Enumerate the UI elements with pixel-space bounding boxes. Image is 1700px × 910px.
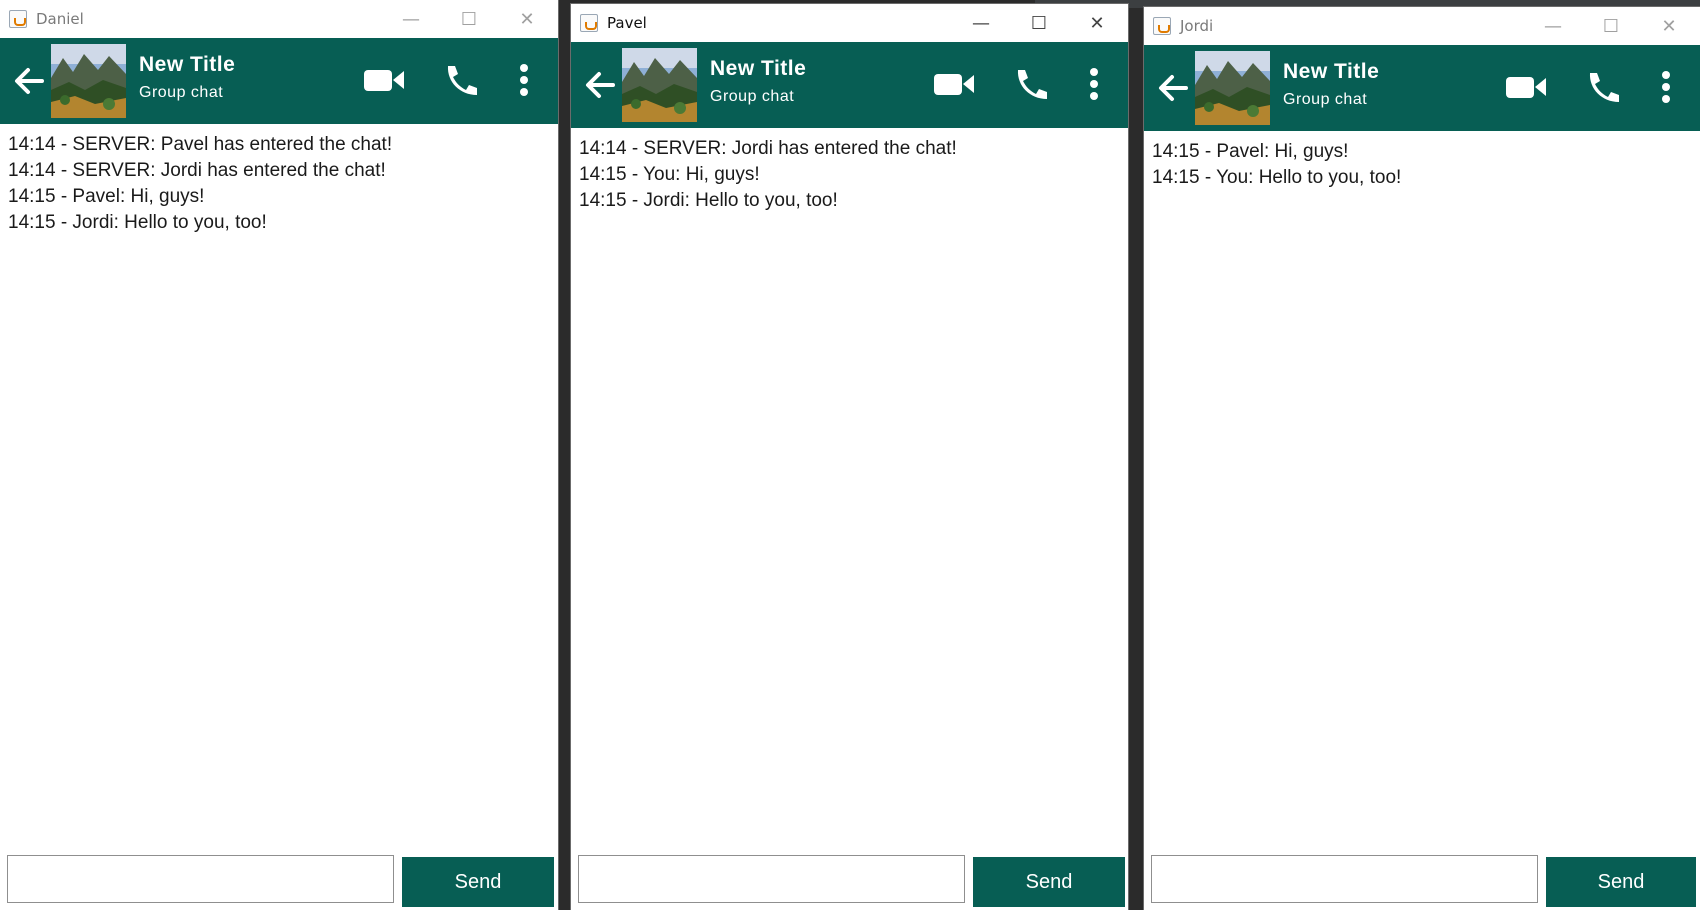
chat-header: New Title Group chat [0,38,558,124]
maximize-button[interactable]: ☐ [443,4,495,34]
chat-subtitle: Group chat [710,88,795,105]
maximize-button[interactable]: ☐ [1013,8,1065,38]
message-area[interactable]: 14:15 - Pavel: Hi, guys! 14:15 - You: He… [1144,131,1700,840]
chat-subtitle: Group chat [1283,91,1368,108]
message-line: 14:14 - SERVER: Pavel has entered the ch… [8,134,393,155]
message-area[interactable]: 14:14 - SERVER: Jordi has entered the ch… [571,128,1128,840]
send-button[interactable]: Send [1546,857,1696,907]
chat-window-daniel: Daniel — ☐ ✕ New Title Group chat 14:14 … [0,0,558,910]
more-vertical-icon[interactable] [518,62,530,98]
message-line: 14:14 - SERVER: Jordi has entered the ch… [8,160,386,181]
video-call-icon[interactable] [363,62,405,98]
chat-title: New Title [1283,60,1380,83]
message-line: 14:15 - You: Hi, guys! [579,164,760,185]
message-line: 14:15 - Jordi: Hello to you, too! [579,190,838,211]
window-title: Pavel [607,14,647,32]
minimize-button[interactable]: — [955,8,1007,38]
minimize-button[interactable]: — [1527,11,1579,41]
chat-title: New Title [139,53,236,76]
java-icon [580,14,598,32]
message-input[interactable] [578,855,965,903]
window-titlebar[interactable]: Jordi — ☐ ✕ [1144,7,1700,45]
message-line: 14:15 - Jordi: Hello to you, too! [8,212,267,233]
window-titlebar[interactable]: Pavel — ☐ ✕ [571,4,1128,42]
video-call-icon[interactable] [1505,69,1547,105]
back-arrow-icon[interactable] [1156,71,1190,105]
maximize-button[interactable]: ☐ [1585,11,1637,41]
message-area[interactable]: 14:14 - SERVER: Pavel has entered the ch… [0,124,558,840]
window-title: Jordi [1180,17,1214,35]
back-arrow-icon[interactable] [583,68,617,102]
message-line: 14:14 - SERVER: Jordi has entered the ch… [579,138,957,159]
window-title: Daniel [36,10,84,28]
phone-icon[interactable] [1013,66,1049,102]
message-line: 14:15 - Pavel: Hi, guys! [8,186,205,207]
message-input[interactable] [7,855,394,903]
close-button[interactable]: ✕ [1071,8,1123,38]
send-button[interactable]: Send [402,857,554,907]
java-icon [9,10,27,28]
chat-header: New Title Group chat [1144,45,1700,131]
send-button[interactable]: Send [973,857,1125,907]
video-call-icon[interactable] [933,66,975,102]
minimize-button[interactable]: — [385,4,437,34]
chat-window-pavel: Pavel — ☐ ✕ New Title Group chat 14:14 -… [571,4,1128,910]
phone-icon[interactable] [443,62,479,98]
group-avatar[interactable] [51,44,126,118]
message-line: 14:15 - You: Hello to you, too! [1152,167,1402,188]
more-vertical-icon[interactable] [1088,66,1100,102]
close-button[interactable]: ✕ [501,4,553,34]
message-input[interactable] [1151,855,1538,903]
background-ide [558,0,572,910]
close-button[interactable]: ✕ [1643,11,1695,41]
chat-title: New Title [710,57,807,80]
group-avatar[interactable] [622,48,697,122]
window-titlebar[interactable]: Daniel — ☐ ✕ [0,0,558,38]
chat-header: New Title Group chat [571,42,1128,128]
message-line: 14:15 - Pavel: Hi, guys! [1152,141,1349,162]
java-icon [1153,17,1171,35]
group-avatar[interactable] [1195,51,1270,125]
chat-subtitle: Group chat [139,84,224,101]
phone-icon[interactable] [1585,69,1621,105]
more-vertical-icon[interactable] [1660,69,1672,105]
chat-window-jordi: Jordi — ☐ ✕ New Title Group chat 14:15 -… [1144,7,1700,910]
back-arrow-icon[interactable] [12,64,46,98]
